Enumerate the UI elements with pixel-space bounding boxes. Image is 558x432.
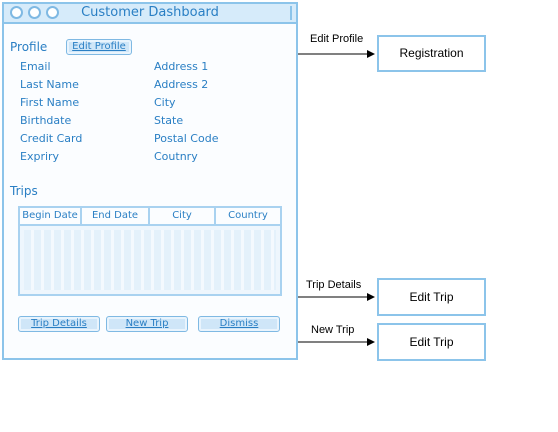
new-trip-flow-label: New Trip — [311, 324, 355, 336]
edit-trip-screen-box[interactable]: Edit Trip — [377, 278, 486, 316]
registration-screen-box[interactable]: Registration — [377, 35, 486, 72]
edit-profile-flow-label: Edit Profile — [310, 33, 364, 45]
edit-trip-screen-box-2[interactable]: Edit Trip — [377, 323, 486, 361]
trip-details-flow-label: Trip Details — [306, 279, 362, 291]
